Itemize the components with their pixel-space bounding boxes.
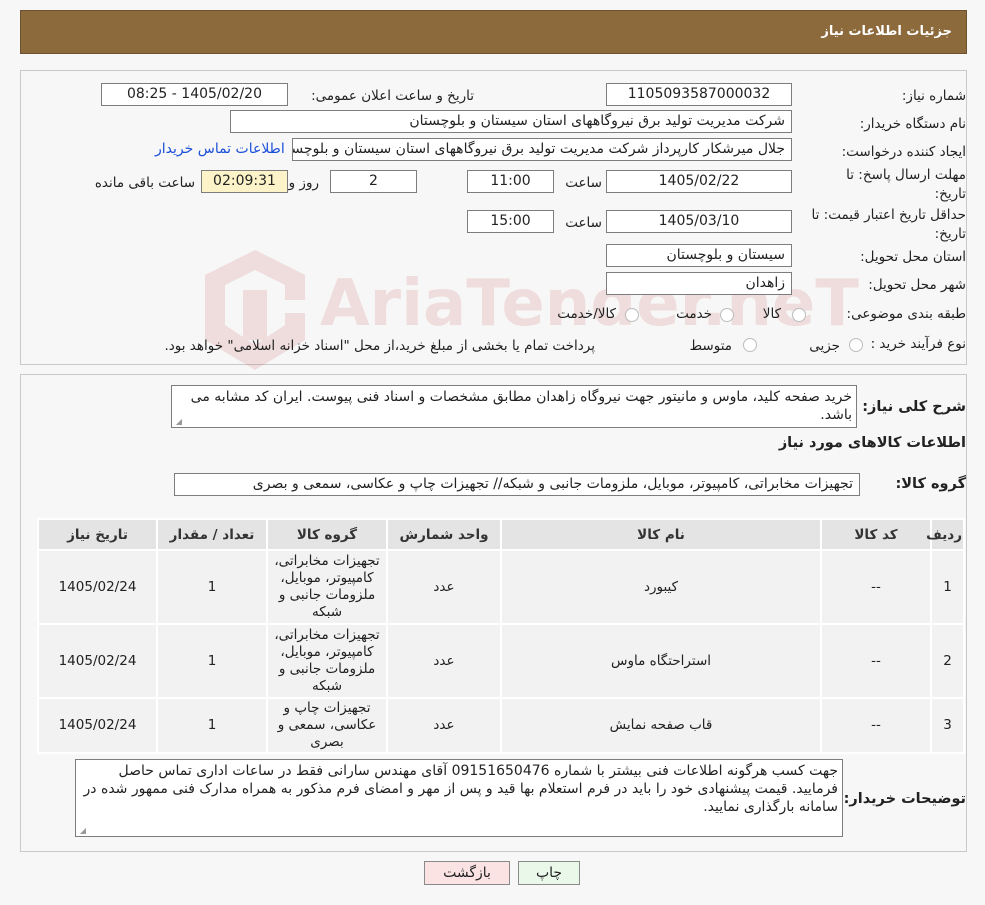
process-radio-minor[interactable] [849, 338, 863, 352]
validity-time-field: 15:00 [467, 210, 554, 233]
process-radio-medium[interactable] [743, 338, 757, 352]
table-row: 2 -- استراحتگاه ماوس عدد تجهیزات مخابرات… [37, 623, 965, 699]
category-option-goods-service: کالا/خدمت [557, 306, 616, 322]
city-label: شهر محل تحویل: [868, 277, 966, 293]
deadline-time-label: ساعت [565, 175, 602, 191]
back-button-label: بازگشت [443, 865, 491, 881]
validity-label-line2: تاریخ: [934, 226, 966, 242]
table-header-row: ردیف کد کالا نام کالا واحد شمارش گروه کا… [37, 518, 965, 551]
province-label: استان محل تحویل: [860, 249, 966, 265]
requester-label: ایجاد کننده درخواست: [841, 144, 966, 160]
cell-unit: عدد [386, 697, 502, 754]
deadline-label: مهلت ارسال پاسخ: تا تاریخ: [846, 166, 966, 204]
cell-qty: 1 [156, 697, 268, 754]
print-button[interactable]: چاپ [518, 861, 580, 885]
city-field: زاهدان [606, 272, 792, 295]
days-label: روز و [288, 175, 319, 191]
category-option-service: خدمت [676, 306, 712, 322]
resize-handle-icon[interactable]: ◢ [78, 827, 86, 835]
process-option-minor: جزیی [809, 338, 840, 354]
buyer-notes-field: جهت کسب هرگونه اطلاعات فنی بیشتر با شمار… [75, 759, 843, 837]
back-button[interactable]: بازگشت [424, 861, 510, 885]
cell-group: تجهیزات مخابراتی، کامپیوتر، موبایل، ملزو… [266, 549, 388, 625]
validity-label-line1: حداقل تاریخ اعتبار قیمت: تا [811, 207, 966, 223]
need-number-field: 1105093587000032 [606, 83, 792, 106]
deadline-label-line2: تاریخ: [934, 186, 966, 202]
cell-qty: 1 [156, 549, 268, 625]
col-header-date: تاریخ نیاز [37, 518, 158, 551]
print-button-label: چاپ [535, 865, 563, 881]
validity-date-field: 1405/03/10 [606, 210, 792, 233]
description-field: خرید صفحه کلید، ماوس و مانیتور جهت نیروگ… [171, 385, 857, 428]
days-remaining-field: 2 [330, 170, 417, 193]
col-header-name: نام کالا [500, 518, 822, 551]
goods-group-label: گروه کالا: [895, 476, 966, 492]
cell-date: 1405/02/24 [37, 623, 158, 699]
category-radio-goods-service[interactable] [625, 308, 639, 322]
col-header-index: ردیف [926, 518, 965, 551]
items-table: ردیف کد کالا نام کالا واحد شمارش گروه کا… [37, 518, 965, 754]
items-table-wrapper: ردیف کد کالا نام کالا واحد شمارش گروه کا… [37, 518, 965, 754]
col-header-group: گروه کالا [266, 518, 388, 551]
cell-qty: 1 [156, 623, 268, 699]
validity-label: حداقل تاریخ اعتبار قیمت: تا تاریخ: [812, 206, 966, 244]
cell-unit: عدد [386, 623, 502, 699]
cell-index: 1 [930, 549, 965, 625]
cell-date: 1405/02/24 [37, 549, 158, 625]
resize-handle-icon[interactable]: ◢ [174, 418, 182, 426]
need-number-label: شماره نیاز: [901, 88, 966, 104]
category-option-goods: کالا [762, 306, 781, 322]
cell-index: 2 [930, 623, 965, 699]
process-note: پرداخت تمام یا بخشی از مبلغ خرید،از محل … [164, 338, 595, 354]
cell-index: 3 [930, 697, 965, 754]
page-title: جزئیات اطلاعات نیاز [821, 24, 952, 39]
cell-unit: عدد [386, 549, 502, 625]
goods-group-field: تجهیزات مخابراتی، کامپیوتر، موبایل، ملزو… [174, 473, 860, 496]
deadline-label-line1: مهلت ارسال پاسخ: تا [846, 167, 966, 183]
deadline-time-field: 11:00 [467, 170, 554, 193]
col-header-qty: تعداد / مقدار [156, 518, 268, 551]
requester-field: جلال میرشکار کارپرداز شرکت مدیریت تولید … [292, 138, 792, 161]
announce-field: 1405/02/20 - 08:25 [101, 83, 288, 106]
buyer-org-label: نام دستگاه خریدار: [859, 116, 966, 132]
cell-name: قاب صفحه نمایش [500, 697, 822, 754]
cell-group: تجهیزات مخابراتی، کامپیوتر، موبایل، ملزو… [266, 623, 388, 699]
category-label: طبقه بندی موضوعی: [846, 306, 966, 322]
cell-code: -- [820, 697, 932, 754]
col-header-code: کد کالا [820, 518, 932, 551]
buyer-contact-link[interactable]: اطلاعات تماس خریدار [155, 141, 285, 157]
cell-name: کیبورد [500, 549, 822, 625]
process-label: نوع فرآیند خرید : [870, 336, 966, 352]
cell-code: -- [820, 549, 932, 625]
remaining-time-field: 02:09:31 [201, 170, 288, 193]
buyer-org-field: شرکت مدیریت تولید برق نیروگاههای استان س… [230, 110, 792, 133]
announce-label: تاریخ و ساعت اعلان عمومی: [311, 88, 474, 104]
validity-time-label: ساعت [565, 215, 602, 231]
buyer-notes-label: توضیحات خریدار: [843, 791, 966, 807]
col-header-unit: واحد شمارش [386, 518, 502, 551]
cell-code: -- [820, 623, 932, 699]
process-option-medium: متوسط [689, 338, 732, 354]
province-field: سیستان و بلوچستان [606, 244, 792, 267]
description-text: خرید صفحه کلید، ماوس و مانیتور جهت نیروگ… [190, 389, 852, 423]
page-header: جزئیات اطلاعات نیاز [20, 10, 967, 54]
remaining-time-label: ساعت باقی مانده [94, 175, 195, 191]
goods-section-title: اطلاعات کالاهای مورد نیاز [778, 435, 966, 451]
buyer-notes-text: جهت کسب هرگونه اطلاعات فنی بیشتر با شمار… [83, 763, 838, 815]
category-radio-service[interactable] [720, 308, 734, 322]
cell-name: استراحتگاه ماوس [500, 623, 822, 699]
category-radio-goods[interactable] [792, 308, 806, 322]
table-row: 1 -- کیبورد عدد تجهیزات مخابراتی، کامپیو… [37, 549, 965, 625]
cell-group: تجهیزات چاپ و عکاسی، سمعی و بصری [266, 697, 388, 754]
cell-date: 1405/02/24 [37, 697, 158, 754]
deadline-date-field: 1405/02/22 [606, 170, 792, 193]
table-row: 3 -- قاب صفحه نمایش عدد تجهیزات چاپ و عک… [37, 697, 965, 754]
buyer-contact-link-label: اطلاعات تماس خریدار [155, 141, 285, 157]
description-label: شرح کلی نیاز: [862, 399, 966, 415]
